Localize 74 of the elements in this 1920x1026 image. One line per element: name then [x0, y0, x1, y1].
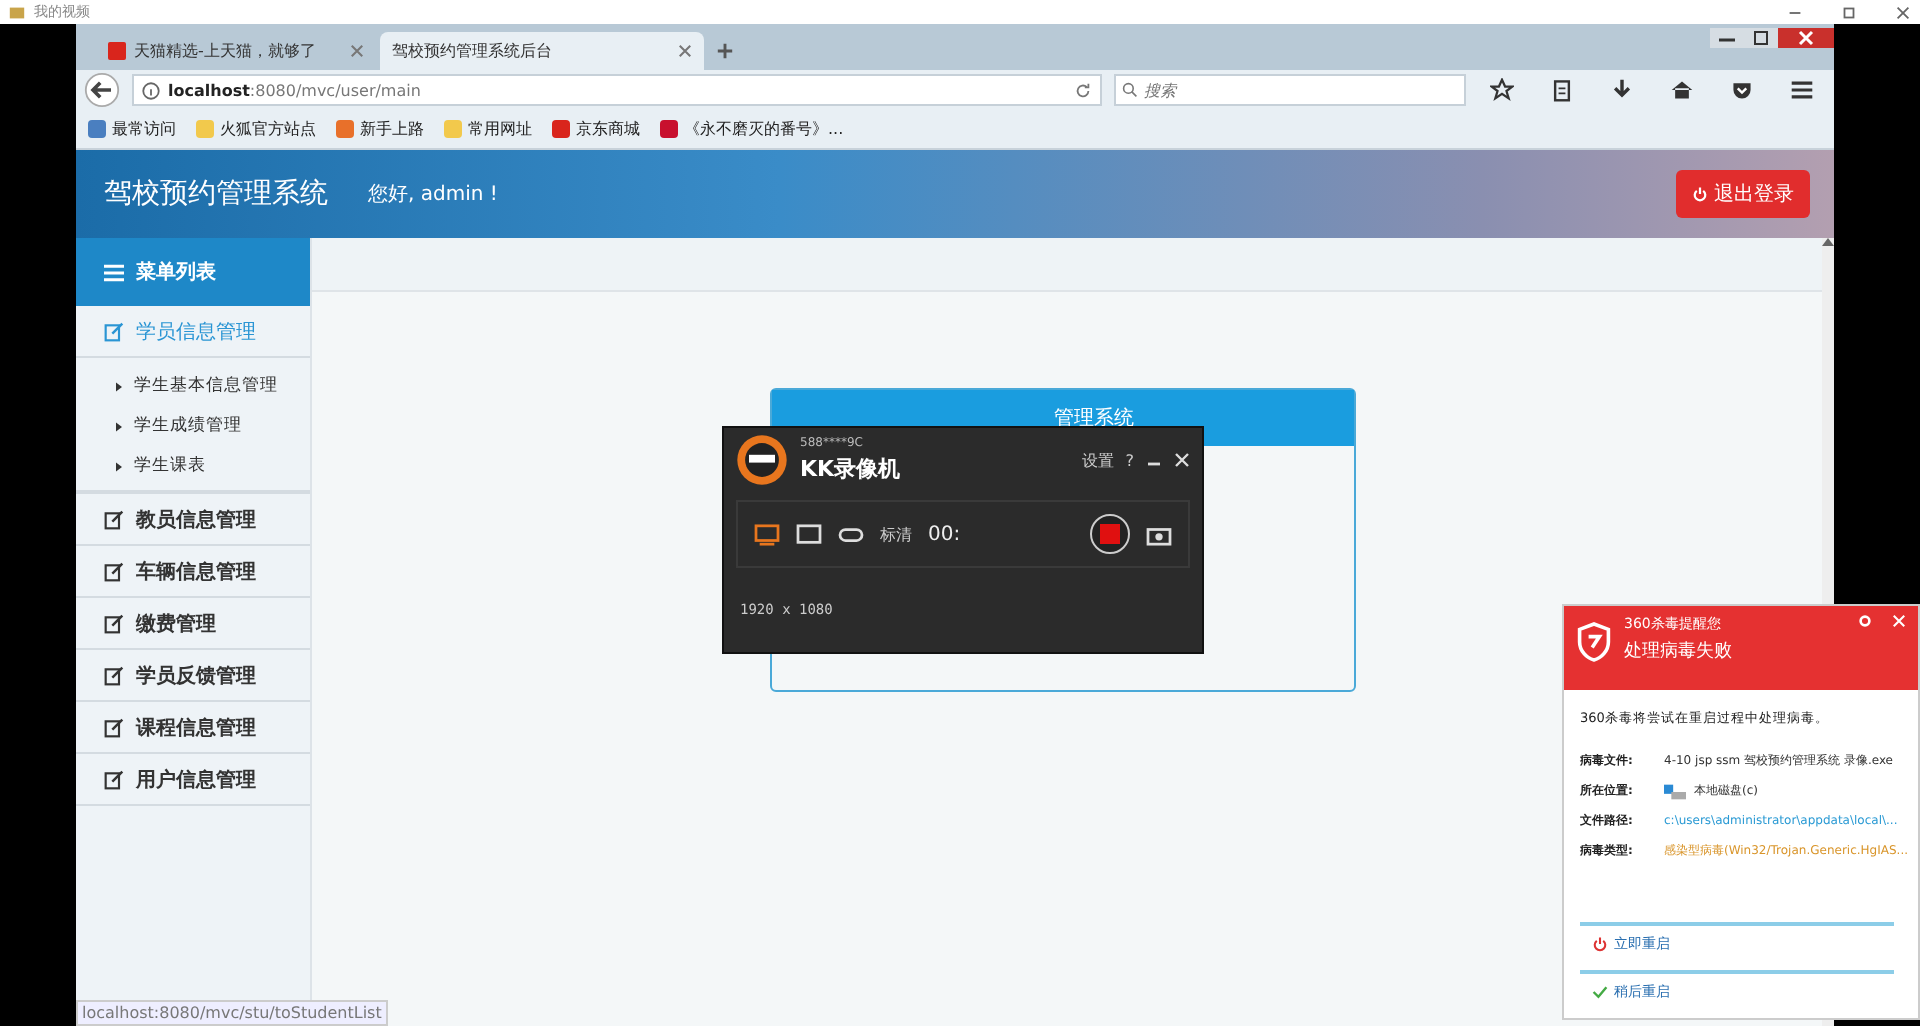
menu-item[interactable]: 教员信息管理 [76, 494, 310, 546]
reload-icon[interactable] [1074, 81, 1092, 99]
bookmark-link[interactable]: 新手上路 [360, 118, 424, 140]
url-text: localhost:8080/mvc/user/main [168, 81, 421, 99]
menu-icon[interactable] [1790, 78, 1814, 102]
greeting-text: 您好, admin ! [368, 182, 498, 208]
app-icon [8, 3, 26, 21]
bookmark-link[interactable]: 京东商城 [576, 118, 640, 140]
window-icon[interactable] [796, 523, 822, 545]
browser-tab[interactable]: 天猫精选-上天猫，就够了 [96, 32, 376, 70]
site-icon [108, 42, 126, 60]
settings-link[interactable]: 设置 [1081, 449, 1114, 471]
menu-item[interactable]: 课程信息管理 [76, 702, 310, 754]
bookmark-link[interactable]: 常用网址 [468, 118, 532, 140]
menu-item[interactable]: 缴费管理 [76, 598, 310, 650]
new-tab-icon[interactable] [716, 42, 734, 60]
star-icon[interactable] [1490, 78, 1514, 102]
menu-item[interactable]: 学员反馈管理 [76, 650, 310, 702]
menu-item[interactable]: 用户信息管理 [76, 754, 310, 806]
minimize-icon[interactable] [1710, 28, 1744, 48]
caret-icon [116, 381, 122, 391]
address-field[interactable]: localhost:8080/mvc/user/main [132, 74, 1102, 106]
caret-icon [116, 421, 122, 431]
restore-icon[interactable] [1840, 3, 1858, 21]
bookmark-link[interactable]: 最常访问 [112, 118, 176, 140]
download-icon[interactable] [1610, 78, 1634, 102]
close-icon[interactable] [1894, 3, 1912, 21]
edit-icon [104, 665, 124, 685]
popup-title: 处理病毒失败 [1624, 639, 1732, 664]
bookmark-icon [88, 120, 106, 138]
bookmark-icon [552, 120, 570, 138]
bookmark-icon [196, 120, 214, 138]
tab-title: 天猫精选-上天猫，就够了 [134, 40, 318, 62]
submenu-item[interactable]: 学生成绩管理 [76, 406, 310, 446]
maximize-icon[interactable] [1744, 28, 1778, 48]
tab-title: 驾校预约管理系统后台 [392, 40, 554, 62]
back-icon[interactable] [84, 72, 120, 108]
app-title: 驾校预约管理系统 [104, 176, 328, 212]
search-field[interactable]: 搜索 [1114, 74, 1466, 106]
power-icon [1692, 186, 1708, 202]
browser-tab[interactable]: 驾校预约管理系统后台 [380, 32, 704, 70]
edit-icon [104, 561, 124, 581]
menu-title: 菜单列表 [136, 259, 216, 286]
power-icon [1592, 936, 1608, 952]
quality-label[interactable]: 标清 [880, 523, 912, 545]
list-icon [104, 263, 124, 281]
check-icon [1592, 984, 1608, 1000]
help-button[interactable]: ? [1125, 451, 1134, 469]
timer-text: 00: [928, 523, 961, 545]
edit-icon [104, 509, 124, 529]
bookmark-icon [444, 120, 462, 138]
logout-button[interactable]: 退出登录 [1676, 170, 1810, 218]
edit-icon [104, 717, 124, 737]
bookmark-link[interactable]: 火狐官方站点 [220, 118, 316, 140]
edit-icon [104, 321, 124, 341]
shield-icon [1576, 622, 1612, 662]
submenu-item[interactable]: 学生基本信息管理 [76, 366, 310, 406]
bookmark-icon [660, 120, 678, 138]
bookmark-icon [336, 120, 354, 138]
caret-icon [116, 461, 122, 471]
edit-icon [104, 769, 124, 789]
submenu-item[interactable]: 学生课表 [76, 446, 310, 486]
app-name: KK录像机 [800, 454, 901, 484]
menu-item[interactable]: 车辆信息管理 [76, 546, 310, 598]
screen-icon[interactable] [754, 523, 780, 545]
dialog-title: 管理系统 [1054, 405, 1134, 432]
info-icon [142, 81, 160, 99]
record-button[interactable] [1090, 514, 1130, 554]
edit-icon [104, 613, 124, 633]
clipboard-icon[interactable] [1550, 78, 1574, 102]
camera-icon[interactable] [1146, 523, 1172, 545]
home-icon[interactable] [1670, 78, 1694, 102]
close-icon[interactable] [1778, 28, 1834, 48]
bookmark-link[interactable]: 《永不磨灭的番号》... [684, 118, 844, 140]
